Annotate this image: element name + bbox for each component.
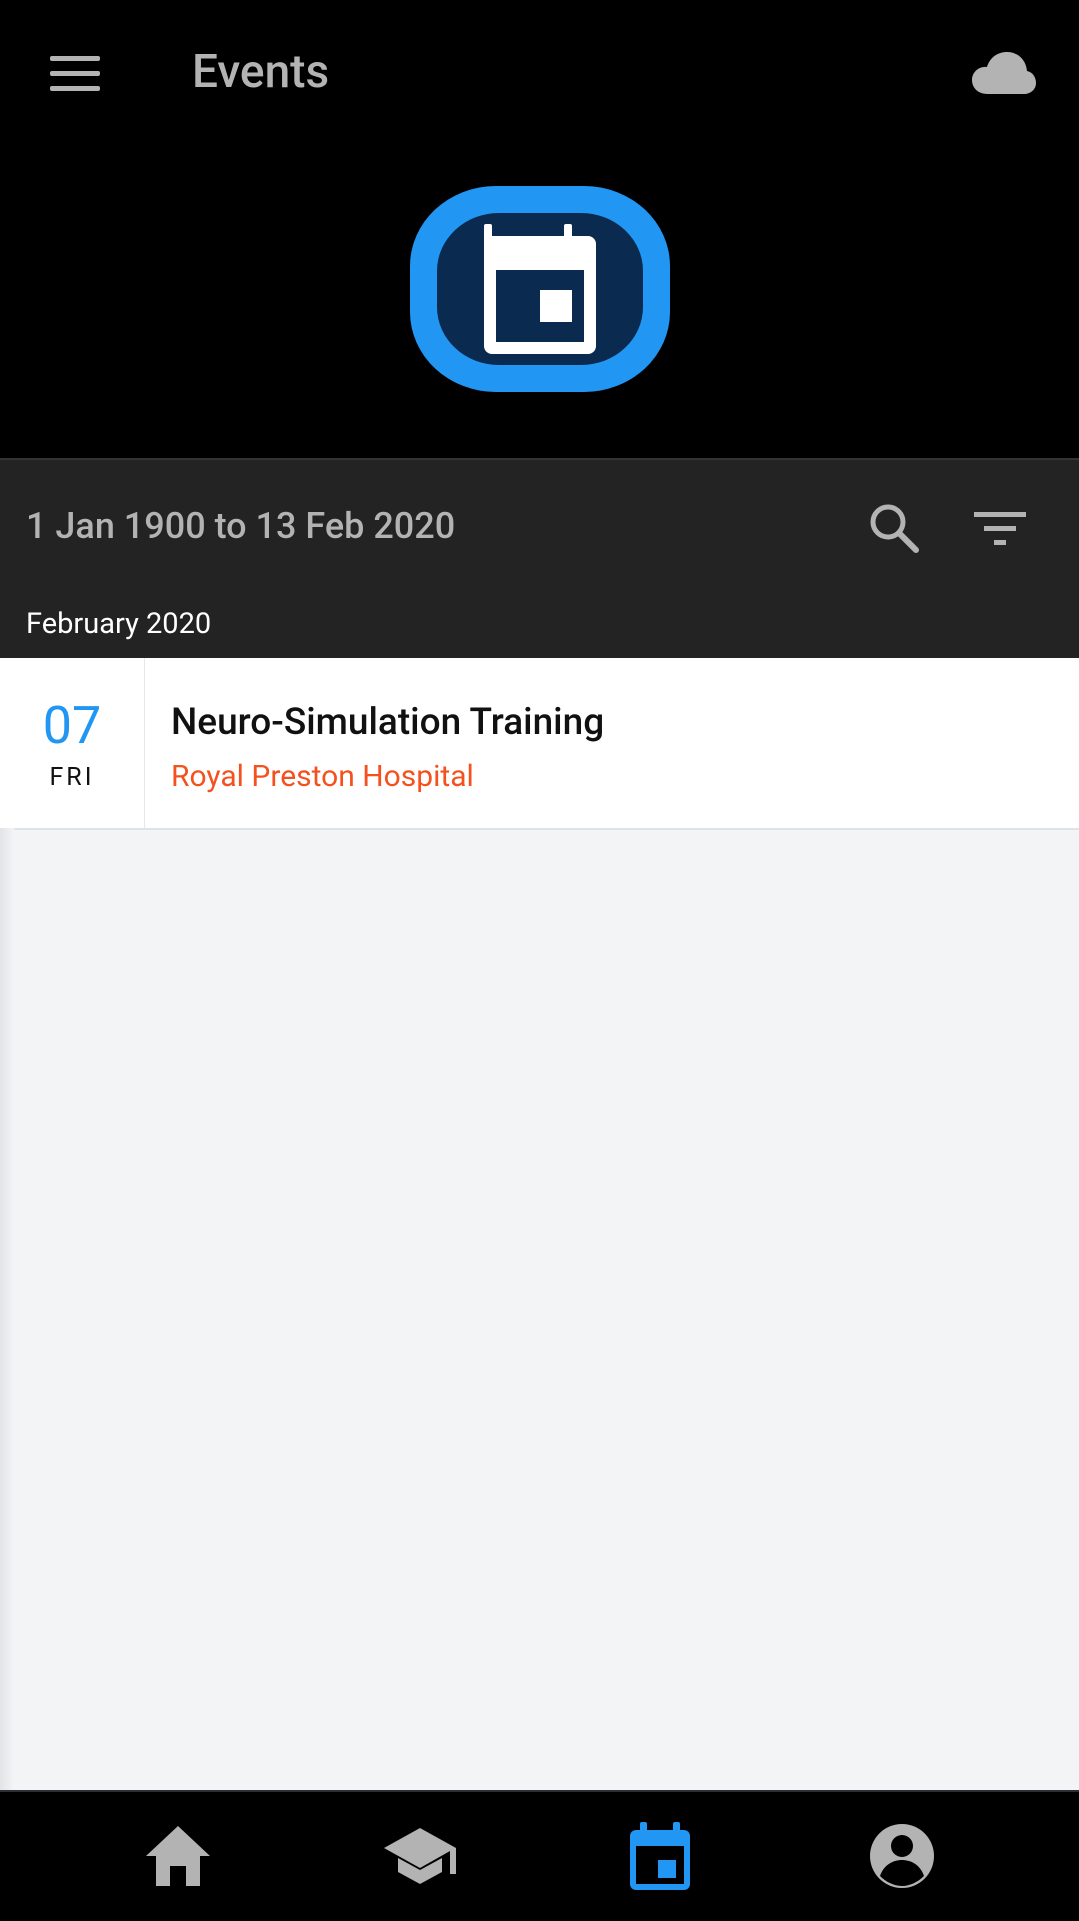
page-title: Events [192,45,330,99]
home-icon[interactable] [140,1818,216,1894]
menu-icon[interactable] [44,50,106,96]
month-header: February 2020 [0,590,1079,658]
event-location: Royal Preston Hospital [171,759,474,794]
app-bar: Events [0,0,1079,458]
event-date: 07 FRI [0,658,145,828]
event-weekday: FRI [49,763,95,792]
search-icon[interactable] [868,502,920,554]
graduation-cap-icon[interactable] [382,1818,458,1894]
event-title: Neuro-Simulation Training [171,701,605,744]
month-label: February 2020 [26,607,212,641]
edge-shadow [0,828,14,1790]
date-range-label[interactable]: 1 Jan 1900 to 13 Feb 2020 [26,504,455,548]
cloud-icon[interactable] [970,50,1038,98]
filter-icon[interactable] [972,504,1028,552]
event-day-number: 07 [42,695,102,756]
bottom-nav [0,1790,1079,1921]
filter-bar: 1 Jan 1900 to 13 Feb 2020 [0,458,1079,592]
account-circle-icon[interactable] [864,1818,940,1894]
calendar-icon[interactable] [622,1818,698,1894]
list-item[interactable]: 07 FRI Neuro-Simulation Training Royal P… [0,658,1079,830]
calendar-icon [410,186,670,392]
